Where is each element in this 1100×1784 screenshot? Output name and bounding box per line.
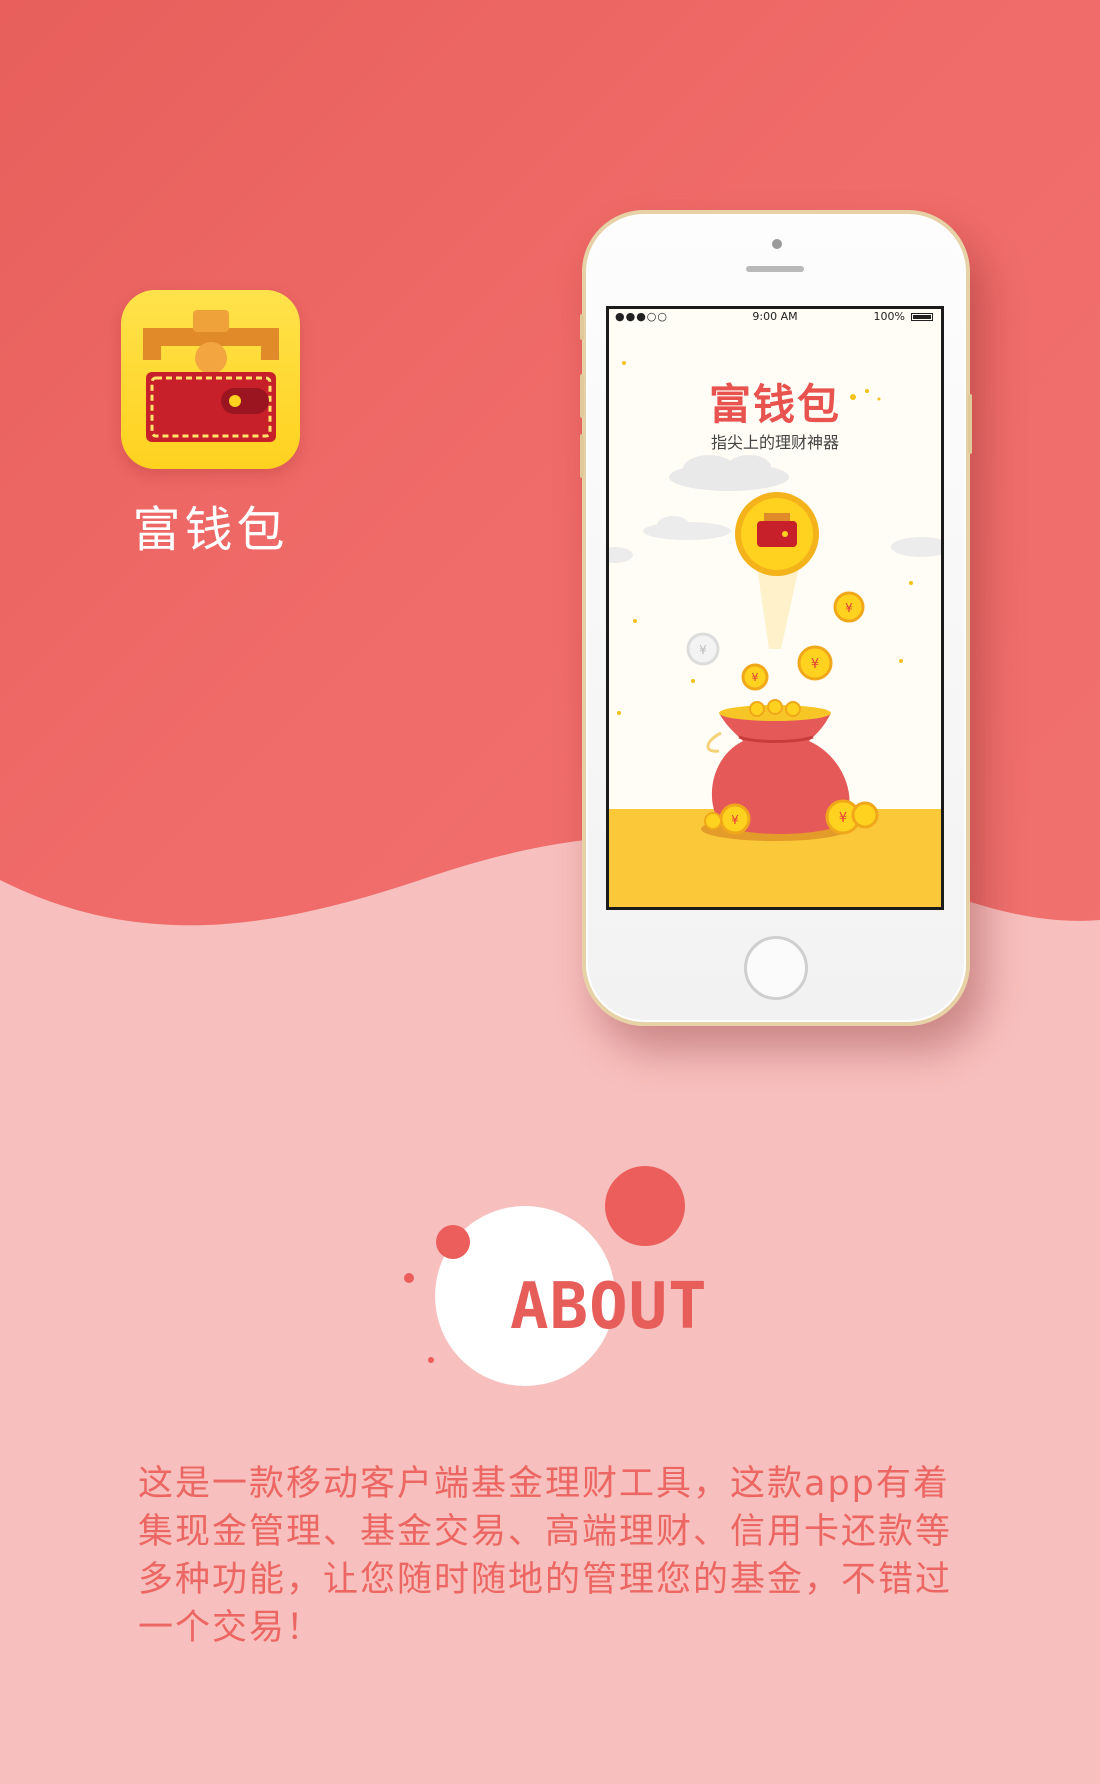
about-description: 这是一款移动客户端基金理财工具，这款app有着集现金管理、基金交易、高端理财、信…	[138, 1464, 953, 1648]
coin-icon: ¥	[719, 803, 751, 835]
power-button	[968, 394, 972, 454]
svg-text:¥: ¥	[752, 671, 759, 684]
cloud-icon	[609, 547, 633, 563]
volume-down-button	[580, 434, 584, 478]
svg-text:¥: ¥	[811, 657, 819, 672]
splash-subtitle: 指尖上的理财神器	[710, 433, 839, 452]
svg-text:¥: ¥	[845, 601, 853, 615]
coin-icon: ¥	[741, 663, 769, 691]
splash-title: 富钱包	[708, 380, 841, 429]
coin-icon: ¥	[797, 645, 833, 681]
coin-icon: ¥	[686, 632, 720, 666]
earpiece-speaker	[746, 266, 804, 272]
wallet-badge-icon	[735, 492, 819, 576]
svg-text:¥: ¥	[699, 643, 707, 657]
cloud-icon	[669, 455, 789, 491]
cloud-icon	[643, 516, 731, 540]
phone-mockup: ●●●○○ 9:00 AM 100% ¥ ¥ ¥ ¥ ¥ ¥ 富钱包 指尖上的理…	[580, 210, 972, 1026]
svg-text:¥: ¥	[731, 813, 739, 827]
volume-up-button	[580, 374, 584, 418]
home-button[interactable]	[744, 936, 808, 1000]
svg-text:¥: ¥	[839, 811, 847, 826]
coin-icon: ¥	[833, 591, 865, 623]
mute-switch	[580, 314, 584, 340]
splash-screen: ●●●○○ 9:00 AM 100% ¥ ¥ ¥ ¥ ¥ ¥ 富钱包 指尖上的理…	[609, 309, 941, 907]
coin-icon	[851, 801, 879, 829]
coin-icon	[704, 812, 722, 830]
phone-screen: ●●●○○ 9:00 AM 100% ¥ ¥ ¥ ¥ ¥ ¥ 富钱包 指尖上的理…	[606, 306, 944, 910]
cloud-icon	[891, 537, 941, 557]
front-camera	[772, 239, 782, 249]
wallet-icon	[143, 310, 279, 442]
app-name-label: 富钱包	[132, 502, 289, 558]
about-heading: ABOUT	[510, 1270, 708, 1344]
app-icon[interactable]	[121, 290, 300, 469]
